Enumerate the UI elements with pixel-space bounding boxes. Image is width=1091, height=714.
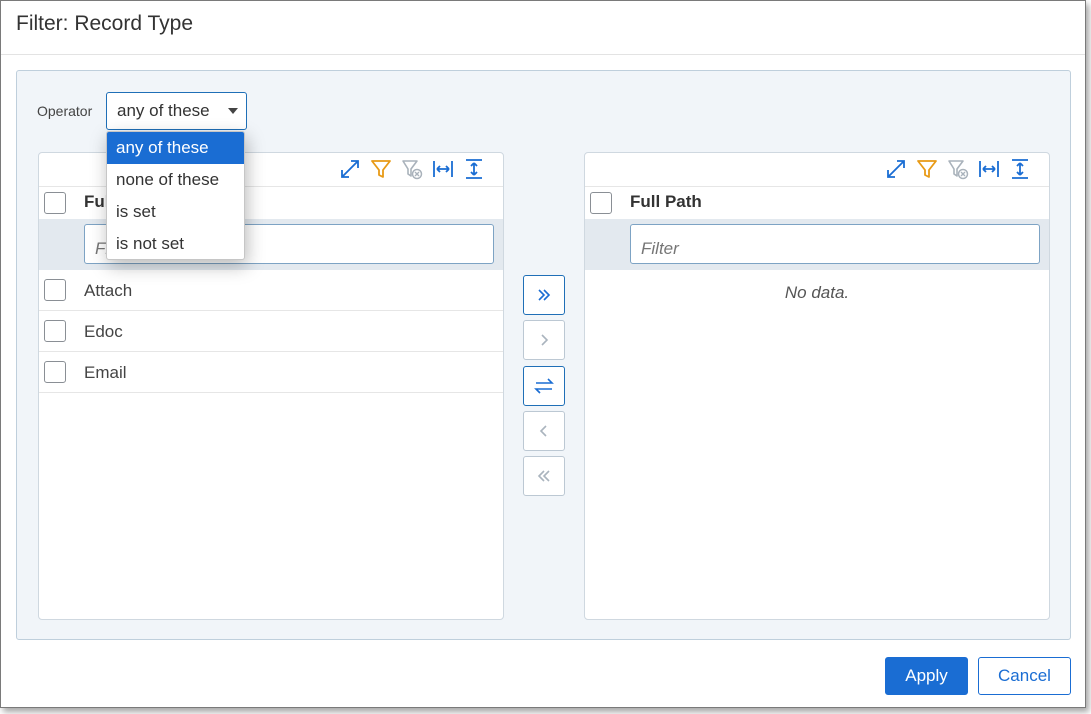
move-all-left-icon — [537, 470, 550, 482]
filter-dialog: Filter: Record Type Operator any of thes… — [0, 0, 1086, 708]
move-all-left-button[interactable] — [523, 456, 565, 496]
cancel-button[interactable]: Cancel — [978, 657, 1071, 695]
operator-option[interactable]: is set — [107, 196, 244, 228]
operator-dropdown: any of these none of these is set is not… — [106, 131, 245, 260]
row-checkbox[interactable] — [44, 320, 66, 342]
row-label: Email — [84, 363, 127, 382]
clear-filter-icon[interactable] — [400, 156, 423, 182]
fit-height-icon[interactable] — [1008, 156, 1031, 182]
row-checkbox[interactable] — [44, 361, 66, 383]
move-left-icon — [539, 425, 547, 437]
list-item[interactable]: Edoc — [39, 311, 503, 352]
operator-selected-value: any of these — [117, 101, 210, 120]
left-toolbar — [338, 156, 485, 182]
filter-row — [585, 219, 1049, 270]
caret-down-icon — [228, 108, 238, 114]
move-left-button[interactable] — [523, 411, 565, 451]
filter-icon[interactable] — [915, 156, 938, 182]
fit-height-icon[interactable] — [462, 156, 485, 182]
swap-button[interactable] — [523, 366, 565, 406]
move-right-icon — [541, 334, 549, 346]
list-item[interactable]: Email — [39, 352, 503, 393]
move-right-button[interactable] — [523, 320, 565, 360]
empty-message: No data. — [784, 283, 850, 302]
fit-width-icon[interactable] — [431, 156, 454, 182]
clear-filter-icon[interactable] — [946, 156, 969, 182]
expand-icon[interactable] — [884, 156, 907, 182]
row-checkbox[interactable] — [44, 279, 66, 301]
swap-icon — [534, 378, 554, 394]
operator-option[interactable]: any of these — [107, 132, 244, 164]
expand-icon[interactable] — [338, 156, 361, 182]
row-label: Edoc — [84, 322, 123, 341]
row-label: Attach — [84, 281, 133, 300]
operator-option[interactable]: is not set — [107, 228, 244, 259]
list-item[interactable]: Attach — [39, 270, 503, 311]
filter-icon[interactable] — [369, 156, 392, 182]
operator-option[interactable]: none of these — [107, 164, 244, 196]
column-header[interactable]: Full Path — [630, 192, 702, 212]
operator-label: Operator — [37, 103, 93, 119]
list-header: Full Path — [585, 186, 1049, 219]
title-divider — [1, 54, 1085, 55]
fit-width-icon[interactable] — [977, 156, 1000, 182]
right-toolbar — [884, 156, 1031, 182]
select-all-checkbox[interactable] — [44, 192, 66, 214]
operator-select[interactable]: any of these — [106, 92, 247, 130]
dialog-title: Filter: Record Type — [16, 12, 194, 35]
move-all-right-icon — [538, 289, 551, 301]
move-all-right-button[interactable] — [523, 275, 565, 315]
filter-input[interactable] — [630, 224, 1040, 264]
apply-button[interactable]: Apply — [885, 657, 968, 695]
select-all-checkbox[interactable] — [590, 192, 612, 214]
selected-list: Full Path No data. — [584, 152, 1050, 620]
